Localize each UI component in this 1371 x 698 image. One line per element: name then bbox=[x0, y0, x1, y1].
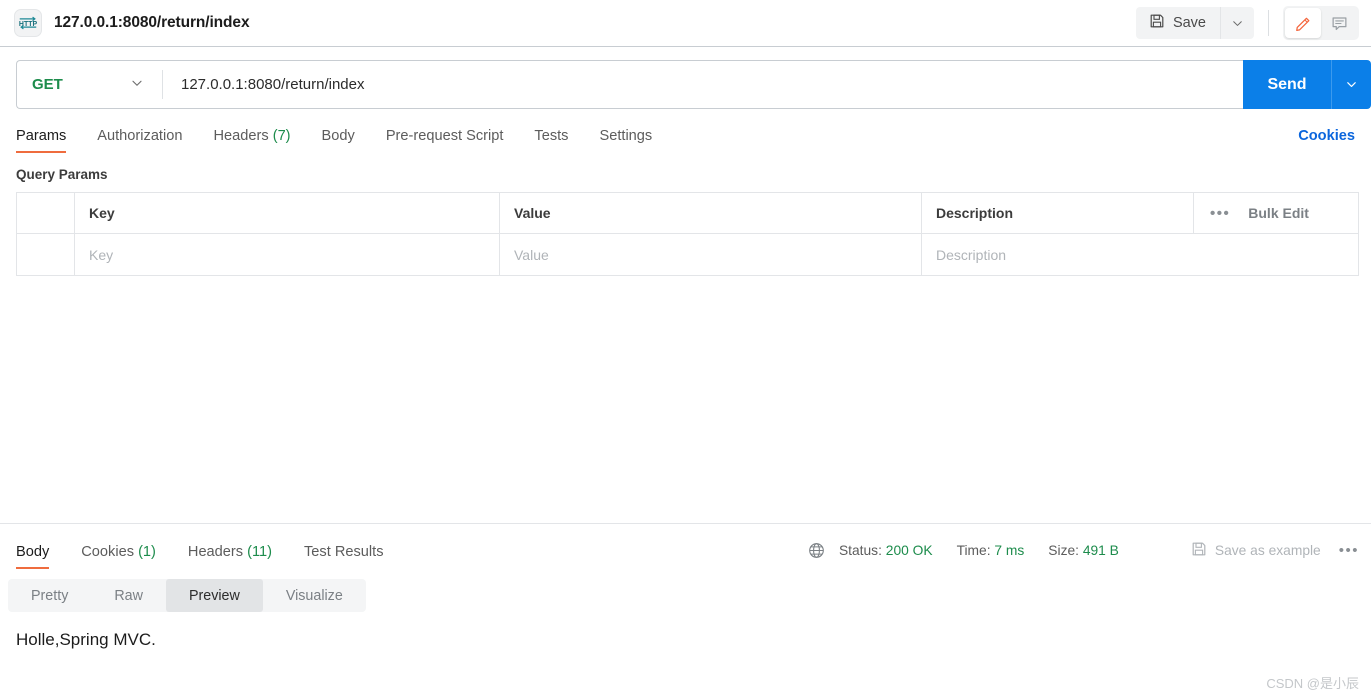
response-tab-body[interactable]: Body bbox=[16, 544, 50, 569]
chevron-down-icon bbox=[1233, 20, 1242, 26]
row-value-input[interactable]: Value bbox=[500, 234, 922, 275]
tab-body-label: Body bbox=[321, 128, 355, 144]
http-method-select[interactable]: GET bbox=[17, 61, 162, 108]
url-input[interactable]: 127.0.0.1:8080/return/index bbox=[163, 61, 1243, 108]
globe-icon bbox=[808, 542, 825, 559]
response-tab-body-label: Body bbox=[16, 544, 50, 560]
response-time: Time: 7 ms bbox=[957, 543, 1025, 558]
header-cell-description: Description bbox=[922, 193, 1194, 233]
response-tabs: Body Cookies (1) Headers (11) Test Resul… bbox=[0, 524, 1371, 569]
response-view-switch: Pretty Raw Preview Visualize bbox=[8, 579, 366, 612]
row-cell-select[interactable] bbox=[17, 234, 75, 275]
tab-settings[interactable]: Settings bbox=[599, 128, 652, 153]
row-value-placeholder: Value bbox=[514, 246, 549, 263]
header-cell-key: Key bbox=[75, 193, 500, 233]
view-pretty[interactable]: Pretty bbox=[8, 579, 91, 612]
save-button-label: Save bbox=[1172, 15, 1206, 31]
response-size: Size: 491 B bbox=[1048, 543, 1119, 558]
view-preview[interactable]: Preview bbox=[165, 579, 263, 612]
status-value: 200 OK bbox=[885, 543, 933, 558]
page-title: 127.0.0.1:8080/return/index bbox=[54, 14, 250, 31]
tab-tests-label: Tests bbox=[534, 128, 569, 144]
response-tab-test-results[interactable]: Test Results bbox=[304, 544, 383, 569]
window-top-bar: HTTP 127.0.0.1:8080/return/index Save bbox=[0, 0, 1371, 47]
response-tab-headers[interactable]: Headers (11) bbox=[188, 544, 272, 569]
view-raw[interactable]: Raw bbox=[91, 579, 166, 612]
response-more-options-button[interactable]: ••• bbox=[1339, 542, 1359, 559]
status-code: Status: 200 OK bbox=[839, 543, 933, 558]
row-description-placeholder: Description bbox=[936, 246, 1007, 263]
ellipsis-icon[interactable]: ••• bbox=[1210, 205, 1230, 222]
save-button-group: Save bbox=[1135, 7, 1254, 39]
tab-settings-label: Settings bbox=[599, 128, 653, 144]
top-bar-actions: Save bbox=[1135, 0, 1359, 46]
edit-mode-button[interactable] bbox=[1285, 8, 1321, 38]
row-key-placeholder: Key bbox=[89, 246, 114, 263]
save-button[interactable]: Save bbox=[1136, 7, 1220, 39]
table-tools: ••• Bulk Edit bbox=[1194, 193, 1358, 233]
cookies-link[interactable]: Cookies bbox=[1298, 128, 1355, 153]
tab-body[interactable]: Body bbox=[322, 128, 355, 153]
header-cell-select bbox=[17, 193, 75, 233]
url-field-group: GET 127.0.0.1:8080/return/index bbox=[16, 60, 1243, 109]
query-params-heading: Query Params bbox=[16, 167, 108, 182]
size-label: Size: bbox=[1048, 543, 1079, 558]
tab-headers[interactable]: Headers (7) bbox=[213, 128, 290, 153]
status-label: Status: bbox=[838, 543, 882, 558]
send-button-group: Send bbox=[1243, 60, 1371, 109]
chevron-down-icon bbox=[130, 76, 144, 94]
time-value: 7 ms bbox=[994, 543, 1025, 558]
response-tab-test-results-label: Test Results bbox=[304, 544, 384, 560]
row-key-input[interactable]: Key bbox=[75, 234, 500, 275]
bulk-edit-button[interactable]: Bulk Edit bbox=[1248, 205, 1309, 221]
save-as-example-label: Save as example bbox=[1214, 543, 1321, 558]
http-icon: HTTP bbox=[14, 9, 42, 37]
row-description-input[interactable]: Description bbox=[922, 234, 1358, 275]
chevron-down-icon bbox=[1347, 82, 1356, 88]
table-header-row: Key Value Description ••• Bulk Edit bbox=[17, 193, 1358, 234]
tab-params[interactable]: Params bbox=[16, 128, 67, 153]
save-options-button[interactable] bbox=[1220, 7, 1254, 39]
response-tab-cookies-label: Cookies bbox=[81, 544, 134, 560]
request-tabs: Params Authorization Headers (7) Body Pr… bbox=[0, 109, 1371, 153]
query-params-table: Key Value Description ••• Bulk Edit Key … bbox=[16, 192, 1359, 276]
tab-pre-request-script-label: Pre-request Script bbox=[385, 128, 504, 144]
svg-text:HTTP: HTTP bbox=[19, 21, 38, 28]
response-tab-cookies[interactable]: Cookies (1) bbox=[81, 544, 156, 569]
tab-authorization-label: Authorization bbox=[97, 128, 183, 144]
comment-mode-button[interactable] bbox=[1321, 8, 1357, 38]
save-icon bbox=[1191, 541, 1207, 560]
response-body-content: Holle,Spring MVC. bbox=[16, 630, 156, 649]
tab-params-label: Params bbox=[16, 128, 67, 144]
response-status-bar: Status: 200 OK Time: 7 ms Size: 491 B Sa… bbox=[808, 541, 1359, 569]
save-as-example-button[interactable]: Save as example bbox=[1191, 541, 1321, 560]
response-tab-headers-count: (11) bbox=[247, 544, 273, 560]
send-button[interactable]: Send bbox=[1243, 60, 1331, 109]
tab-authorization[interactable]: Authorization bbox=[97, 128, 182, 153]
table-row: Key Value Description bbox=[17, 234, 1358, 275]
response-tab-cookies-count: (1) bbox=[138, 544, 156, 560]
http-method-value: GET bbox=[32, 76, 63, 93]
size-value: 491 B bbox=[1082, 543, 1119, 558]
save-icon bbox=[1149, 13, 1165, 33]
header-cell-value: Value bbox=[500, 193, 922, 233]
comment-icon bbox=[1332, 16, 1346, 30]
pencil-icon bbox=[1295, 17, 1309, 31]
view-visualize[interactable]: Visualize bbox=[263, 579, 366, 612]
response-tab-headers-label: Headers bbox=[187, 544, 244, 560]
watermark: CSDN @是小辰 bbox=[1266, 676, 1359, 691]
send-options-button[interactable] bbox=[1331, 60, 1371, 109]
tab-headers-count: (7) bbox=[272, 128, 291, 144]
toolbar-divider bbox=[1268, 10, 1269, 36]
tab-tests[interactable]: Tests bbox=[534, 128, 568, 153]
tab-headers-label: Headers bbox=[213, 128, 269, 144]
view-mode-toggle-group bbox=[1283, 6, 1359, 40]
request-url-bar: GET 127.0.0.1:8080/return/index Send bbox=[0, 47, 1371, 109]
tab-pre-request-script[interactable]: Pre-request Script bbox=[386, 128, 504, 153]
time-label: Time: bbox=[956, 543, 991, 558]
